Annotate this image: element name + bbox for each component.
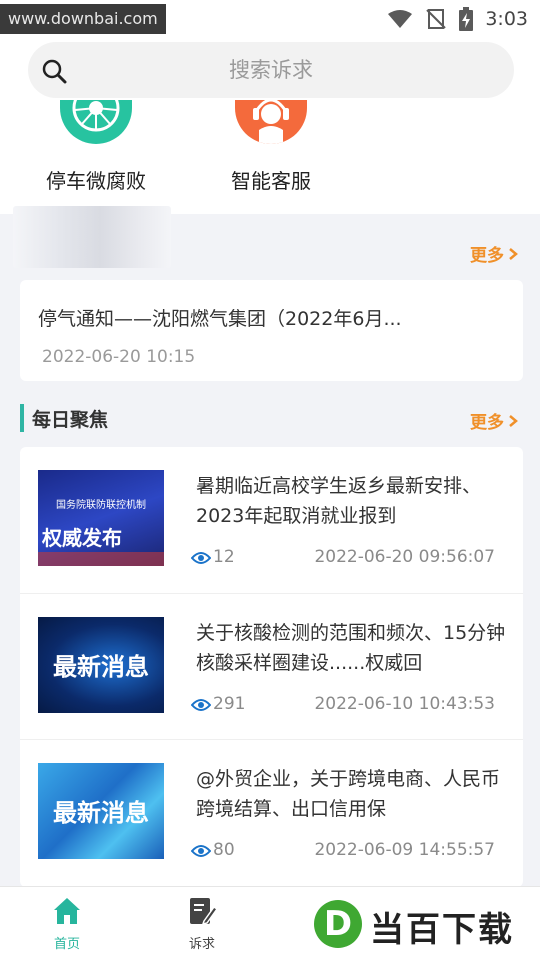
- thumb-stage-decoration: [38, 552, 164, 566]
- view-count: 291: [213, 694, 246, 714]
- brand-watermark: D 当百下载: [314, 892, 534, 954]
- wifi-icon: [387, 9, 413, 29]
- headset-icon: [235, 100, 307, 144]
- status-time: 3:03: [485, 8, 528, 30]
- battery-charging-icon: [459, 7, 474, 31]
- notice-more-link[interactable]: 更多: [470, 241, 518, 266]
- brand-text: 当百下载: [370, 910, 514, 950]
- search-bar[interactable]: 搜索诉求: [28, 42, 514, 98]
- status-bar: 3:03: [387, 4, 528, 34]
- chevron-right-icon: [509, 414, 518, 427]
- news-thumbnail: 国务院联防联控机制 权威发布: [38, 470, 164, 566]
- more-label: 更多: [470, 413, 504, 433]
- tab-label: 首页: [53, 937, 80, 952]
- tab-label: 诉求: [188, 937, 215, 952]
- news-item[interactable]: 最新消息 @外贸企业，关于跨境电商、人民币跨境结算、出口信用保 80 2022-…: [20, 739, 523, 885]
- news-title: @外贸企业，关于跨境电商、人民币跨境结算、出口信用保: [196, 768, 501, 820]
- notice-time: 2022-06-20 10:15: [42, 347, 196, 367]
- news-list: 国务院联防联控机制 权威发布 暑期临近高校学生返乡最新安排、2023年起取消就业…: [20, 447, 523, 887]
- entry-label: 智能客服: [231, 169, 311, 193]
- view-count: 80: [213, 840, 235, 860]
- tab-appeal[interactable]: 诉求: [162, 895, 242, 952]
- section-accent-bar: [20, 404, 24, 432]
- news-thumbnail: 最新消息: [38, 763, 164, 859]
- news-time: 2022-06-09 14:55:57: [314, 840, 495, 860]
- news-title: 关于核酸检测的范围和频次、15分钟核酸采样圈建设......权威回: [196, 622, 506, 674]
- news-item[interactable]: 国务院联防联控机制 权威发布 暑期临近高校学生返乡最新安排、2023年起取消就业…: [20, 447, 523, 593]
- thumb-subtext: 国务院联防联控机制: [56, 500, 146, 511]
- thumb-text: 最新消息: [53, 653, 149, 681]
- section-title: 每日聚焦: [32, 408, 109, 431]
- news-time: 2022-06-10 10:43:53: [314, 694, 495, 714]
- daily-focus-more-link[interactable]: 更多: [470, 408, 518, 433]
- eye-icon: [191, 699, 211, 711]
- tab-home[interactable]: 首页: [27, 895, 107, 952]
- entry-label: 停车微腐败: [46, 169, 146, 193]
- thumb-text: 最新消息: [53, 799, 149, 827]
- header-area: www.downbai.com 3:03 搜索诉求 停车微腐败 智能客服: [0, 0, 540, 214]
- daily-focus-header: 每日聚焦: [20, 403, 108, 433]
- wheel-icon: [60, 100, 132, 144]
- notice-section-title-blurred: [13, 206, 171, 268]
- news-time: 2022-06-20 09:56:07: [314, 547, 495, 567]
- notice-title: 停气通知——沈阳燃气集团（2022年6月...: [38, 308, 402, 330]
- news-title: 暑期临近高校学生返乡最新安排、2023年起取消就业报到: [196, 475, 482, 527]
- watermark-label: www.downbai.com: [0, 4, 166, 34]
- home-icon: [54, 898, 80, 924]
- more-label: 更多: [470, 246, 504, 266]
- search-placeholder: 搜索诉求: [229, 58, 313, 82]
- chevron-right-icon: [509, 247, 518, 260]
- notice-card[interactable]: 停气通知——沈阳燃气集团（2022年6月... 2022-06-20 10:15: [20, 280, 523, 381]
- eye-icon: [191, 845, 211, 857]
- thumb-text: 权威发布: [42, 526, 122, 550]
- edit-icon: [190, 898, 218, 926]
- brand-logo-icon: D: [314, 900, 362, 948]
- news-thumbnail: 最新消息: [38, 617, 164, 713]
- eye-icon: [191, 552, 211, 564]
- no-signal-icon: [425, 8, 447, 30]
- view-count: 12: [213, 547, 235, 567]
- news-item[interactable]: 最新消息 关于核酸检测的范围和频次、15分钟核酸采样圈建设......权威回 2…: [20, 593, 523, 739]
